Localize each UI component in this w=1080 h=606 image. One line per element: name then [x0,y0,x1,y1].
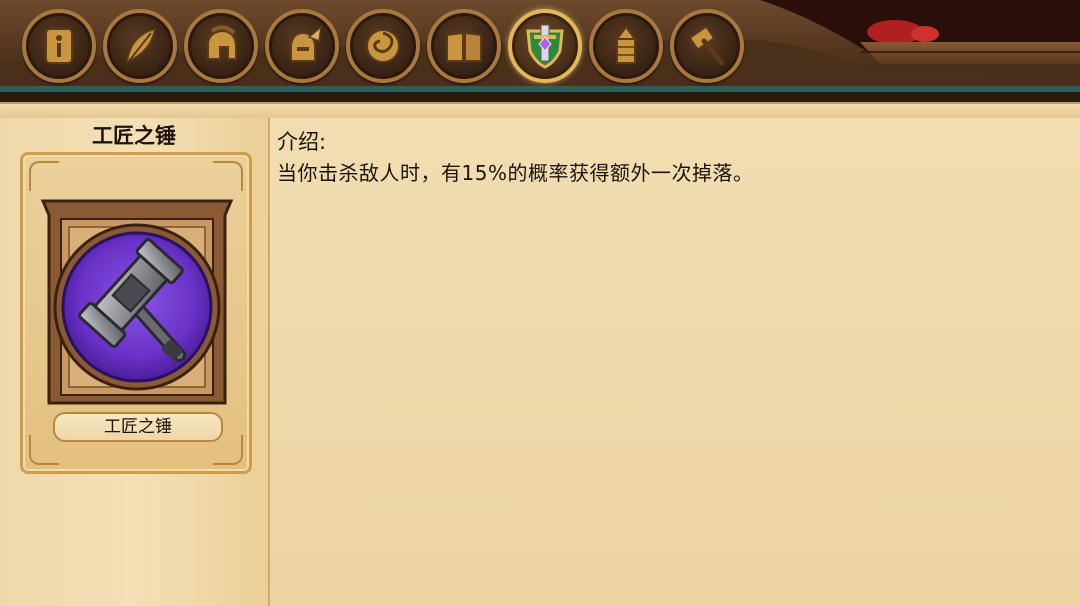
description-text: 当你击杀敌人时，有15%的概率获得额外一次掉落。 [277,161,754,185]
item-card[interactable]: 工匠之锤 [20,152,252,474]
description-heading: 介绍: [277,130,327,154]
hammer-icon [689,26,725,66]
book-icon [446,31,482,62]
card-corner-ornament [29,435,59,465]
item-portrait-frame [40,199,234,405]
shield-sword-icon [526,24,564,69]
spartan-helmet-icon [207,25,237,60]
tab-tower[interactable] [589,9,663,83]
feather-icon [125,27,157,62]
item-card-label: 工匠之锤 [53,412,223,442]
tab-feather[interactable] [103,9,177,83]
item-title: 工匠之锤 [92,124,176,148]
info-scroll-icon [45,28,73,64]
tab-hammer[interactable] [670,9,744,83]
tab-swirl[interactable] [346,9,420,83]
swirl-icon [366,29,400,63]
top-banner [0,0,1080,108]
tower-icon [615,25,637,64]
tab-helmet[interactable] [184,9,258,83]
tab-book[interactable] [427,9,501,83]
tab-info-scroll[interactable] [22,9,96,83]
tab-shield-sword[interactable] [508,9,582,83]
description-panel [270,118,1080,606]
card-corner-ornament [213,161,243,191]
card-corner-ornament [29,161,59,191]
winged-helmet-icon [290,25,323,62]
category-tab-row [22,9,744,85]
tab-winged-helmet[interactable] [265,9,339,83]
